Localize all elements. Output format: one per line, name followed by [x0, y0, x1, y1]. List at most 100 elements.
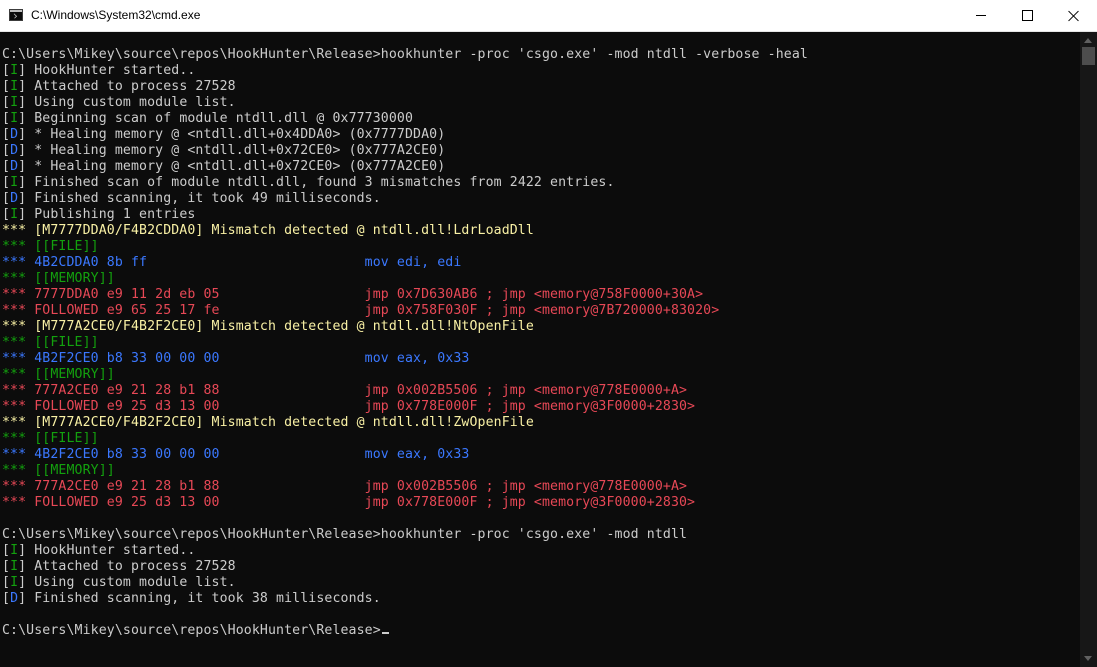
console-line: [I] Attached to process 27528: [0, 79, 1080, 95]
console-text: *** [[MEMORY]]: [2, 271, 115, 286]
console-text: *** [[FILE]]: [2, 335, 99, 350]
console-text: *** [[FILE]]: [2, 431, 99, 446]
console-line: [I] Publishing 1 entries: [0, 207, 1080, 223]
console-text: [: [2, 159, 11, 174]
console-text: ] HookHunter started..: [18, 63, 196, 78]
console-text: [: [2, 175, 11, 190]
console-text: ] Finished scanning, it took 49 millisec…: [18, 191, 381, 206]
console-line: C:\Users\Mikey\source\repos\HookHunter\R…: [0, 527, 1080, 543]
console-text: [: [2, 127, 11, 142]
console-line: [D] Finished scanning, it took 49 millis…: [0, 191, 1080, 207]
minimize-icon: [976, 15, 986, 16]
console-text: ] Finished scan of module ntdll.dll, fou…: [18, 175, 615, 190]
maximize-icon: [1021, 10, 1033, 21]
scroll-thumb[interactable]: [1082, 47, 1095, 65]
cmd-console-icon[interactable]: [9, 9, 23, 21]
console-line: *** FOLLOWED e9 25 d3 13 00 jmp 0x778E00…: [0, 399, 1080, 415]
scroll-down-arrow-icon[interactable]: [1084, 656, 1092, 661]
console-text: I: [10, 575, 19, 590]
maximize-button[interactable]: [1004, 0, 1050, 31]
console-line: [D] Finished scanning, it took 38 millis…: [0, 591, 1080, 607]
console-line: C:\Users\Mikey\source\repos\HookHunter\R…: [0, 47, 1080, 63]
console-line: *** 777A2CE0 e9 21 28 b1 88 jmp 0x002B55…: [0, 383, 1080, 399]
window-title: C:\Windows\System32\cmd.exe: [31, 8, 201, 22]
console-text: I: [10, 63, 19, 78]
console-line: *** [[FILE]]: [0, 335, 1080, 351]
console-text: ] Using custom module list.: [18, 575, 236, 590]
console-text: [: [2, 111, 11, 126]
console-text: I: [10, 175, 19, 190]
console-text: I: [10, 79, 19, 94]
console-text: [: [2, 63, 11, 78]
text-cursor: [381, 632, 389, 634]
console-text: *** FOLLOWED e9 25 d3 13 00 jmp 0x778E00…: [2, 495, 696, 510]
console-line: *** 777A2CE0 e9 21 28 b1 88 jmp 0x002B55…: [0, 479, 1080, 495]
console-line: [I] Beginning scan of module ntdll.dll @…: [0, 111, 1080, 127]
console-text: ] HookHunter started..: [18, 543, 196, 558]
console-text: *** 4B2CDDA0 8b ff mov edi, edi: [2, 255, 462, 270]
console-line: [I] HookHunter started..: [0, 543, 1080, 559]
console-line: *** [[MEMORY]]: [0, 271, 1080, 287]
console-text: *** FOLLOWED e9 65 25 17 fe jmp 0x758F03…: [2, 303, 720, 318]
console-line: *** [M7777DDA0/F4B2CDDA0] Mismatch detec…: [0, 223, 1080, 239]
console-text: I: [10, 95, 19, 110]
console-window: C:\Windows\System32\cmd.exe C:\Users\Mik…: [0, 0, 1097, 667]
close-icon: [1068, 10, 1080, 22]
minimize-button[interactable]: [958, 0, 1004, 31]
console-text: *** 4B2F2CE0 b8 33 00 00 00 mov eax, 0x3…: [2, 447, 470, 462]
console-text: [: [2, 591, 11, 606]
console-text: ] * Healing memory @ <ntdll.dll+0x72CE0>…: [18, 159, 446, 174]
console-lines: C:\Users\Mikey\source\repos\HookHunter\R…: [0, 32, 1080, 639]
console-line: *** 4B2CDDA0 8b ff mov edi, edi: [0, 255, 1080, 271]
scroll-up-arrow-icon[interactable]: [1084, 38, 1092, 43]
console-line: *** [[FILE]]: [0, 431, 1080, 447]
console-text: D: [10, 159, 19, 174]
console-text: [: [2, 191, 11, 206]
console-text: I: [10, 111, 19, 126]
console-text: D: [10, 127, 19, 142]
console-line: [D] * Healing memory @ <ntdll.dll+0x72CE…: [0, 143, 1080, 159]
console-text: *** [M7777DDA0/F4B2CDDA0] Mismatch detec…: [2, 223, 534, 238]
console-line: [I] Finished scan of module ntdll.dll, f…: [0, 175, 1080, 191]
console-text: *** FOLLOWED e9 25 d3 13 00 jmp 0x778E00…: [2, 399, 696, 414]
console-line: *** [[MEMORY]]: [0, 367, 1080, 383]
console-text: C:\Users\Mikey\source\repos\HookHunter\R…: [2, 623, 381, 638]
console-line: *** 7777DDA0 e9 11 2d eb 05 jmp 0x7D630A…: [0, 287, 1080, 303]
console-text: D: [10, 191, 19, 206]
console-output[interactable]: C:\Users\Mikey\source\repos\HookHunter\R…: [0, 32, 1080, 667]
console-text: I: [10, 559, 19, 574]
console-line: *** FOLLOWED e9 65 25 17 fe jmp 0x758F03…: [0, 303, 1080, 319]
console-text: C:\Users\Mikey\source\repos\HookHunter\R…: [2, 47, 808, 62]
console-line: *** 4B2F2CE0 b8 33 00 00 00 mov eax, 0x3…: [0, 351, 1080, 367]
console-line: *** [[FILE]]: [0, 239, 1080, 255]
console-text: ] Publishing 1 entries: [18, 207, 196, 222]
console-text: *** [[MEMORY]]: [2, 463, 115, 478]
console-line: [I] Using custom module list.: [0, 575, 1080, 591]
console-line: [I] HookHunter started..: [0, 63, 1080, 79]
console-line: *** [[MEMORY]]: [0, 463, 1080, 479]
console-text: *** [[MEMORY]]: [2, 367, 115, 382]
console-text: D: [10, 591, 19, 606]
console-line: *** 4B2F2CE0 b8 33 00 00 00 mov eax, 0x3…: [0, 447, 1080, 463]
console-text: *** [[FILE]]: [2, 239, 99, 254]
console-line: [I] Using custom module list.: [0, 95, 1080, 111]
console-text: *** 4B2F2CE0 b8 33 00 00 00 mov eax, 0x3…: [2, 351, 470, 366]
vertical-scrollbar[interactable]: [1080, 32, 1097, 667]
close-button[interactable]: [1051, 0, 1097, 31]
console-text: [: [2, 143, 11, 158]
console-text: [: [2, 79, 11, 94]
console-text: *** 777A2CE0 e9 21 28 b1 88 jmp 0x002B55…: [2, 479, 688, 494]
console-text: [: [2, 207, 11, 222]
console-text: [: [2, 575, 11, 590]
console-text: [: [2, 559, 11, 574]
title-bar[interactable]: C:\Windows\System32\cmd.exe: [0, 0, 1097, 32]
console-text: ] Attached to process 27528: [18, 559, 236, 574]
console-text: *** 777A2CE0 e9 21 28 b1 88 jmp 0x002B55…: [2, 383, 688, 398]
console-line: *** FOLLOWED e9 25 d3 13 00 jmp 0x778E00…: [0, 495, 1080, 511]
console-line: [D] * Healing memory @ <ntdll.dll+0x4DDA…: [0, 127, 1080, 143]
console-text: ] Finished scanning, it took 38 millisec…: [18, 591, 381, 606]
console-text: ] Using custom module list.: [18, 95, 236, 110]
console-text: I: [10, 543, 19, 558]
